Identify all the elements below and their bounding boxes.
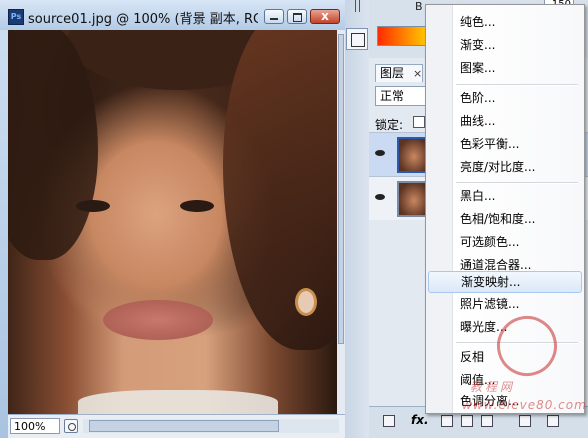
menu-item-hue-saturation[interactable]: 色相/饱和度... <box>428 208 582 230</box>
fx-icon[interactable]: fx. <box>411 413 429 427</box>
grip-icon[interactable] <box>355 0 360 12</box>
blue-channel-label: B <box>415 0 423 13</box>
visibility-eye-icon[interactable] <box>373 191 389 205</box>
photo-collar <box>78 390 278 414</box>
new-layer-icon[interactable] <box>519 415 531 427</box>
menu-item-black-white[interactable]: 黑白... <box>428 185 582 207</box>
horizontal-scrollbar[interactable] <box>83 419 339 433</box>
close-button[interactable]: x <box>310 9 340 24</box>
status-bar: 100% <box>8 414 345 438</box>
menu-item-brightness-contrast[interactable]: 亮度/对比度... <box>428 156 582 178</box>
vertical-scrollbar[interactable] <box>337 30 345 414</box>
menu-item-selective-color[interactable]: 可选颜色... <box>428 231 582 253</box>
delete-layer-icon[interactable] <box>547 415 559 427</box>
horizontal-scroll-thumb[interactable] <box>89 420 279 432</box>
panel-icon-strip <box>345 0 369 438</box>
menu-separator <box>456 182 578 184</box>
menu-item-pattern[interactable]: 图案... <box>428 57 582 79</box>
menu-item-photo-filter[interactable]: 照片滤镜... <box>428 293 582 315</box>
tab-layers[interactable]: 图层 × <box>375 64 423 82</box>
zoom-field[interactable]: 100% <box>10 418 60 434</box>
menu-item-gradient[interactable]: 渐变... <box>428 34 582 56</box>
photoshop-icon: Ps <box>8 9 24 25</box>
menu-item-solid-color[interactable]: 纯色... <box>428 11 582 33</box>
status-info-icon[interactable] <box>64 419 78 433</box>
minimize-button[interactable] <box>264 9 284 24</box>
lock-transparency-checkbox[interactable] <box>413 116 425 128</box>
menu-item-curves[interactable]: 曲线... <box>428 110 582 132</box>
add-mask-icon[interactable] <box>441 415 453 427</box>
close-icon: x <box>321 9 329 23</box>
menu-separator <box>456 84 578 86</box>
lock-label: 锁定: <box>375 118 404 132</box>
menu-item-color-balance[interactable]: 色彩平衡... <box>428 133 582 155</box>
photo-earring <box>295 288 317 316</box>
menu-item-levels[interactable]: 色阶... <box>428 87 582 109</box>
photo-eye-left <box>76 200 110 212</box>
document-title-bar[interactable]: Ps source01.jpg @ 100% (背景 副本, RG... x <box>0 0 345 30</box>
tab-close-icon[interactable]: × <box>413 65 422 82</box>
document-window: Ps source01.jpg @ 100% (背景 副本, RG... x 1… <box>0 0 345 438</box>
photo-lips <box>103 300 213 340</box>
menu-item-gradient-map[interactable]: 渐变映射... <box>428 271 582 293</box>
maximize-button[interactable] <box>287 9 307 24</box>
photo-hair-right <box>223 30 337 350</box>
document-title: source01.jpg @ 100% (背景 副本, RG... <box>28 12 258 27</box>
adjustment-layer-icon[interactable] <box>461 415 473 427</box>
link-layers-icon[interactable] <box>383 415 395 427</box>
history-panel-icon[interactable] <box>346 28 368 50</box>
watermark-site-name: 教程网 <box>470 380 516 394</box>
tab-layers-label: 图层 <box>380 66 405 80</box>
visibility-eye-icon[interactable] <box>373 147 389 161</box>
new-group-icon[interactable] <box>481 415 493 427</box>
vertical-scroll-thumb[interactable] <box>338 34 344 344</box>
image-canvas[interactable] <box>8 30 337 414</box>
watermark-site-url: www.eleve80.com <box>462 398 587 412</box>
photo-eye-right <box>180 200 214 212</box>
